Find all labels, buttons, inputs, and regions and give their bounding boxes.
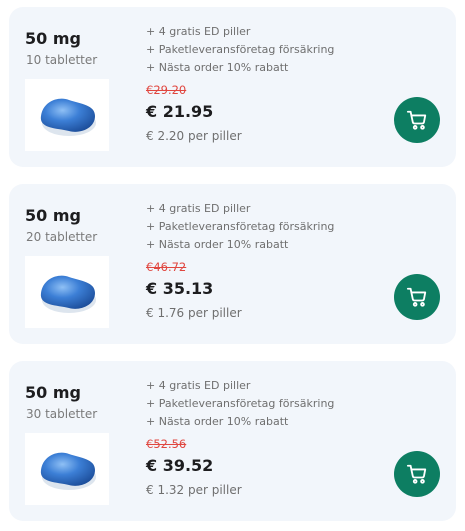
benefit-item: + Nästa order 10% rabatt <box>146 238 289 251</box>
cart-icon <box>406 287 427 307</box>
benefit-item: + Paketleveransföretag försäkring <box>146 43 335 56</box>
price: € 39.52 <box>146 456 214 475</box>
product-list: 50 mg 10 tabletter + 4 gratis ED piller … <box>0 0 465 531</box>
benefit-list: + 4 gratis ED piller + Paketleveransföre… <box>146 200 334 254</box>
benefit-list: + 4 gratis ED piller + Paketleveransföre… <box>146 377 334 431</box>
blue-pill-icon <box>40 275 96 313</box>
product-image <box>25 79 109 151</box>
product-dose: 50 mg <box>25 206 81 225</box>
product-count: 10 tabletter <box>26 53 98 67</box>
product-count: 20 tabletter <box>26 230 98 244</box>
add-to-cart-button[interactable] <box>394 97 440 143</box>
cart-icon <box>406 464 427 484</box>
blue-pill-icon <box>40 452 96 490</box>
unit-price: € 2.20 per piller <box>146 129 242 143</box>
old-price: €29.20 <box>146 83 187 97</box>
add-to-cart-button[interactable] <box>394 451 440 497</box>
old-price: €46.72 <box>146 260 187 274</box>
product-dose: 50 mg <box>25 383 81 402</box>
benefit-item: + 4 gratis ED piller <box>146 25 251 38</box>
benefit-item: + Paketleveransföretag försäkring <box>146 220 335 233</box>
benefit-list: + 4 gratis ED piller + Paketleveransföre… <box>146 23 334 77</box>
cart-icon <box>406 110 427 130</box>
benefit-item: + Paketleveransföretag försäkring <box>146 397 335 410</box>
benefit-item: + 4 gratis ED piller <box>146 202 251 215</box>
product-card: 50 mg 30 tabletter + 4 gratis ED piller … <box>9 361 456 521</box>
product-card: 50 mg 10 tabletter + 4 gratis ED piller … <box>9 7 456 167</box>
add-to-cart-button[interactable] <box>394 274 440 320</box>
blue-pill-icon <box>40 98 96 136</box>
product-image <box>25 256 109 328</box>
unit-price: € 1.32 per piller <box>146 483 242 497</box>
price: € 35.13 <box>146 279 214 298</box>
old-price: €52.56 <box>146 437 187 451</box>
product-count: 30 tabletter <box>26 407 98 421</box>
benefit-item: + Nästa order 10% rabatt <box>146 61 289 74</box>
price: € 21.95 <box>146 102 214 121</box>
benefit-item: + Nästa order 10% rabatt <box>146 415 289 428</box>
benefit-item: + 4 gratis ED piller <box>146 379 251 392</box>
product-card: 50 mg 20 tabletter + 4 gratis ED piller … <box>9 184 456 344</box>
unit-price: € 1.76 per piller <box>146 306 242 320</box>
product-dose: 50 mg <box>25 29 81 48</box>
product-image <box>25 433 109 505</box>
